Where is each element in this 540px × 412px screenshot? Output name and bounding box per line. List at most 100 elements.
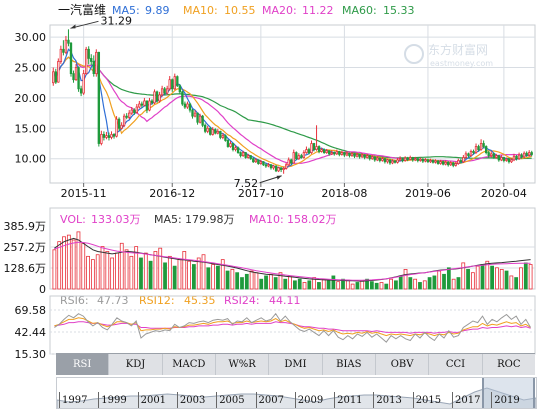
tab-obv[interactable]: OBV: [375, 354, 430, 375]
candle-body: [171, 79, 174, 90]
tab-cci[interactable]: CCI: [429, 354, 483, 375]
navigator-year-label: 2005: [219, 395, 245, 406]
candle-body: [396, 159, 399, 163]
candle-body: [100, 133, 103, 144]
volume-bar: [418, 282, 422, 290]
candle-body: [191, 109, 194, 117]
candle-body: [284, 164, 288, 169]
candle: [77, 66, 80, 92]
candle-body: [259, 161, 263, 164]
candle-body: [117, 118, 121, 129]
volume-bar: [158, 247, 163, 290]
candle: [102, 131, 106, 141]
candle-body: [209, 127, 212, 135]
tab-macd[interactable]: MACD: [162, 354, 216, 375]
tab-roc[interactable]: ROC: [482, 354, 535, 375]
candle: [264, 163, 268, 168]
candle: [378, 157, 382, 163]
rsi-lines: [54, 312, 532, 343]
volume-bar: [442, 273, 446, 290]
candle-body: [419, 158, 422, 161]
candle-body: [267, 164, 270, 167]
volume-bar: [90, 259, 95, 290]
volume-bars: [52, 231, 533, 290]
candle-body: [244, 152, 247, 158]
volume-bar: [427, 277, 432, 290]
candle: [343, 152, 346, 157]
volume-y-tick-label: 128.6万: [4, 262, 47, 275]
candle-body: [350, 153, 354, 157]
tab-dmi[interactable]: DMI: [269, 354, 323, 375]
candle: [452, 161, 455, 168]
candle-body: [517, 154, 521, 160]
annotation-arrow-head: [276, 175, 282, 180]
candle: [457, 158, 460, 165]
candle-body: [229, 143, 232, 147]
price-x-tick-label: 2018-08: [321, 187, 367, 200]
tab-kdj[interactable]: KDJ: [109, 354, 163, 375]
volume-bar: [528, 264, 533, 290]
volume-bar: [490, 265, 495, 290]
candle-body: [203, 124, 207, 132]
candle: [383, 158, 387, 164]
candle-body: [247, 155, 250, 158]
candle-body: [328, 150, 331, 155]
candle-body: [426, 159, 430, 163]
volume-legend: VOL: 133.03万 MA5: 179.98万 MA10: 158.02万: [60, 213, 337, 226]
candle-body: [153, 91, 156, 104]
volume-bar: [470, 272, 475, 290]
tab-wr[interactable]: W%R: [215, 354, 270, 375]
candle: [125, 113, 128, 120]
vol-ma5-label: MA5:: [154, 213, 182, 226]
candle-body: [365, 155, 369, 158]
volume-bar: [288, 275, 292, 290]
candle: [257, 159, 260, 165]
candle-body: [409, 157, 412, 160]
candle: [239, 151, 242, 158]
tab-rsi[interactable]: RSI: [56, 354, 110, 375]
watermark-logo-icon: [404, 44, 424, 64]
volume-bar: [57, 241, 62, 290]
navigator-left-handle[interactable]: [482, 378, 484, 408]
volume-bar: [331, 275, 336, 290]
candle-body: [368, 155, 371, 160]
candle-body: [452, 162, 455, 166]
candle-body: [353, 153, 356, 157]
volume-bar: [139, 257, 143, 290]
volume-bar: [293, 280, 297, 290]
tab-bias[interactable]: BIAS: [322, 354, 376, 375]
volume-bar: [456, 277, 461, 290]
volume-bar: [437, 270, 442, 290]
volume-bar: [394, 280, 398, 290]
candle-body: [431, 160, 435, 163]
volume-bar: [177, 259, 182, 290]
candle: [229, 141, 232, 148]
candle: [244, 152, 247, 159]
candle-body: [196, 112, 199, 123]
candle-body: [211, 129, 214, 135]
candle-body: [403, 157, 407, 161]
ma5-value: 9.89: [145, 4, 170, 17]
ma20-label: MA20:: [262, 4, 297, 17]
candle-body: [90, 58, 93, 62]
candle: [216, 128, 220, 135]
candle-body: [163, 88, 166, 94]
candle-body: [257, 159, 260, 164]
time-navigator[interactable]: 1997 1999 2001 2003 2005 2007 2009 2011 2013 2015…: [56, 377, 537, 409]
candle: [203, 123, 207, 134]
candle-body: [373, 156, 376, 161]
candle-body: [381, 158, 384, 161]
candle: [315, 125, 318, 151]
volume-bar: [235, 272, 240, 290]
candle-body: [79, 88, 83, 94]
candle-body: [295, 152, 298, 160]
candle: [173, 73, 176, 91]
volume-bar: [105, 251, 110, 290]
candle-body: [290, 159, 293, 164]
candle: [54, 68, 57, 84]
price-x-tick-label: 2019-06: [405, 187, 451, 200]
navigator-right-handle[interactable]: [533, 378, 535, 408]
volume-bar: [110, 257, 115, 290]
candle-body: [507, 158, 511, 163]
candle-body: [429, 160, 432, 163]
